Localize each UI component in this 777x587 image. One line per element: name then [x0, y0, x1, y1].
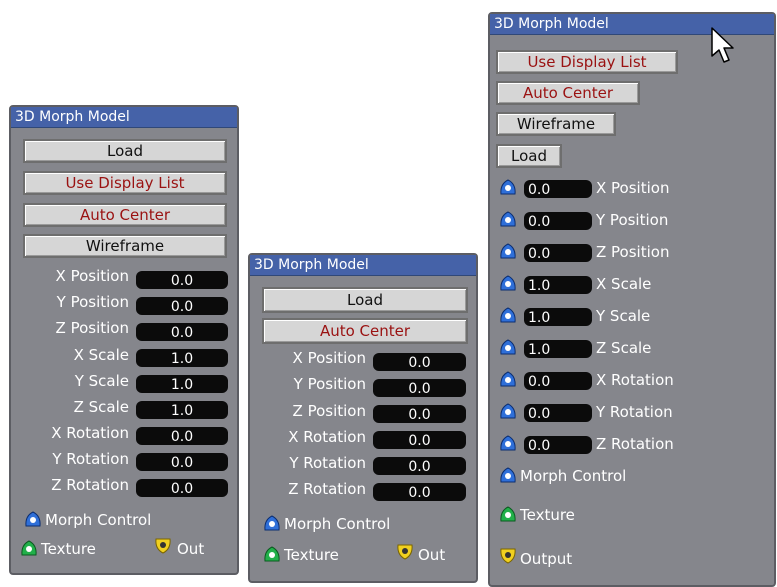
morph-model-node-panel-3[interactable]: 3D Morph Model Use Display List Auto Cen…	[488, 12, 776, 587]
z-scale-label: Z Scale	[596, 339, 652, 357]
use-display-list-button[interactable]: Use Display List	[496, 50, 678, 74]
x-position-label: X Position	[292, 349, 366, 367]
z-position-label: Z Position	[292, 402, 366, 420]
y-rotation-field[interactable]: 0.0	[524, 404, 592, 422]
y-rotation-field[interactable]: 0.0	[136, 453, 228, 471]
yellow-output-pin-icon[interactable]	[153, 537, 173, 555]
y-rotation-label: Y Rotation	[52, 450, 129, 468]
blue-input-pin-icon[interactable]	[498, 466, 518, 484]
load-button[interactable]: Load	[262, 287, 468, 313]
y-rotation-field[interactable]: 0.0	[373, 457, 466, 475]
morph-control-label: Morph Control	[284, 515, 391, 533]
node-title[interactable]: 3D Morph Model	[250, 255, 476, 276]
y-position-label: Y Position	[293, 375, 366, 393]
x-scale-field[interactable]: 1.0	[136, 349, 228, 367]
texture-label: Texture	[41, 540, 96, 558]
z-position-field[interactable]: 0.0	[524, 244, 592, 262]
z-rotation-label: Z Rotation	[51, 476, 129, 494]
node-title[interactable]: 3D Morph Model	[11, 107, 237, 128]
x-position-field[interactable]: 0.0	[373, 353, 466, 371]
z-scale-field[interactable]: 1.0	[136, 401, 228, 419]
y-position-field[interactable]: 0.0	[373, 379, 466, 397]
y-position-field[interactable]: 0.0	[136, 297, 228, 315]
z-scale-label: Z Scale	[73, 398, 129, 416]
y-scale-field[interactable]: 1.0	[136, 375, 228, 393]
x-rotation-label: X Rotation	[596, 371, 674, 389]
blue-input-pin-icon[interactable]	[498, 210, 518, 228]
load-button[interactable]: Load	[496, 144, 562, 168]
y-position-field[interactable]: 0.0	[524, 212, 592, 230]
z-rotation-field[interactable]: 0.0	[373, 483, 466, 501]
y-position-label: Y Position	[596, 211, 669, 229]
z-scale-field[interactable]: 1.0	[524, 340, 592, 358]
morph-model-node-panel-2[interactable]: 3D Morph Model Load Auto Center X Positi…	[248, 253, 478, 583]
y-scale-field[interactable]: 1.0	[524, 308, 592, 326]
blue-input-pin-icon[interactable]	[498, 402, 518, 420]
out-label: Out	[177, 540, 205, 558]
x-scale-label: X Scale	[73, 346, 129, 364]
blue-input-pin-icon[interactable]	[498, 370, 518, 388]
blue-input-pin-icon[interactable]	[262, 514, 282, 532]
texture-label: Texture	[284, 546, 339, 564]
green-texture-pin-icon[interactable]	[498, 505, 518, 523]
auto-center-button[interactable]: Auto Center	[23, 203, 227, 227]
yellow-output-pin-icon[interactable]	[498, 547, 518, 565]
green-texture-pin-icon[interactable]	[19, 539, 39, 557]
y-rotation-label: Y Rotation	[289, 454, 366, 472]
morph-control-label: Morph Control	[520, 467, 627, 485]
morph-model-node-panel-1[interactable]: 3D Morph Model Load Use Display List Aut…	[9, 105, 239, 575]
load-button[interactable]: Load	[23, 139, 227, 163]
x-position-field[interactable]: 0.0	[524, 180, 592, 198]
x-scale-label: X Scale	[596, 275, 652, 293]
output-label: Output	[520, 550, 573, 568]
blue-input-pin-icon[interactable]	[498, 274, 518, 292]
x-rotation-label: X Rotation	[51, 424, 129, 442]
z-position-field[interactable]: 0.0	[373, 405, 466, 423]
blue-input-pin-icon[interactable]	[498, 306, 518, 324]
blue-input-pin-icon[interactable]	[498, 178, 518, 196]
x-rotation-field[interactable]: 0.0	[136, 427, 228, 445]
x-position-label: X Position	[596, 179, 670, 197]
x-rotation-field[interactable]: 0.0	[524, 372, 592, 390]
yellow-output-pin-icon[interactable]	[395, 543, 415, 561]
green-texture-pin-icon[interactable]	[262, 545, 282, 563]
y-position-label: Y Position	[56, 293, 129, 311]
blue-input-pin-icon[interactable]	[498, 434, 518, 452]
texture-label: Texture	[520, 506, 575, 524]
wireframe-button[interactable]: Wireframe	[496, 112, 616, 136]
y-scale-label: Y Scale	[74, 372, 129, 390]
x-rotation-label: X Rotation	[288, 428, 366, 446]
morph-control-label: Morph Control	[45, 511, 152, 529]
y-scale-label: Y Scale	[596, 307, 651, 325]
z-rotation-label: Z Rotation	[288, 480, 366, 498]
z-position-label: Z Position	[55, 319, 129, 337]
blue-input-pin-icon[interactable]	[498, 242, 518, 260]
x-rotation-field[interactable]: 0.0	[373, 431, 466, 449]
auto-center-button[interactable]: Auto Center	[496, 81, 640, 105]
x-position-label: X Position	[55, 267, 129, 285]
z-rotation-field[interactable]: 0.0	[524, 436, 592, 454]
z-position-field[interactable]: 0.0	[136, 323, 228, 341]
wireframe-button[interactable]: Wireframe	[23, 234, 227, 258]
z-rotation-field[interactable]: 0.0	[136, 479, 228, 497]
auto-center-button[interactable]: Auto Center	[262, 318, 468, 344]
out-label: Out	[418, 546, 446, 564]
x-position-field[interactable]: 0.0	[136, 271, 228, 289]
blue-input-pin-icon[interactable]	[498, 338, 518, 356]
use-display-list-button[interactable]: Use Display List	[23, 171, 227, 195]
y-rotation-label: Y Rotation	[596, 403, 673, 421]
x-scale-field[interactable]: 1.0	[524, 276, 592, 294]
mouse-cursor-icon	[711, 27, 734, 63]
blue-input-pin-icon[interactable]	[23, 510, 43, 528]
z-position-label: Z Position	[596, 243, 670, 261]
z-rotation-label: Z Rotation	[596, 435, 674, 453]
